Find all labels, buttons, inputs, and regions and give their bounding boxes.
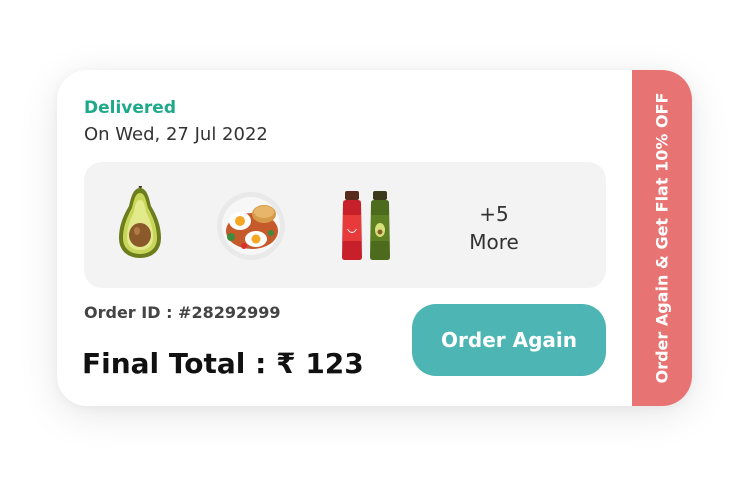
order-id: Order ID : #28292999 xyxy=(84,303,281,322)
more-label: More xyxy=(469,230,519,254)
final-total: Final Total : ₹ 123 xyxy=(82,347,364,380)
order-status: Delivered xyxy=(84,98,176,118)
breakfast-plate-image xyxy=(216,191,286,261)
juice-bottles-image xyxy=(340,191,396,261)
order-items-panel: +5 More xyxy=(84,162,606,288)
offer-banner[interactable]: Order Again & Get Flat 10% OFF xyxy=(632,70,692,406)
order-again-button[interactable]: Order Again xyxy=(412,304,606,376)
more-count: +5 xyxy=(479,202,509,226)
order-date: On Wed, 27 Jul 2022 xyxy=(84,124,268,145)
avocado-image xyxy=(117,183,163,260)
order-card: Delivered On Wed, 27 Jul 2022 +5 More Or… xyxy=(57,70,692,406)
more-items-count: +5 More xyxy=(444,200,544,256)
offer-text: Order Again & Get Flat 10% OFF xyxy=(652,92,672,384)
